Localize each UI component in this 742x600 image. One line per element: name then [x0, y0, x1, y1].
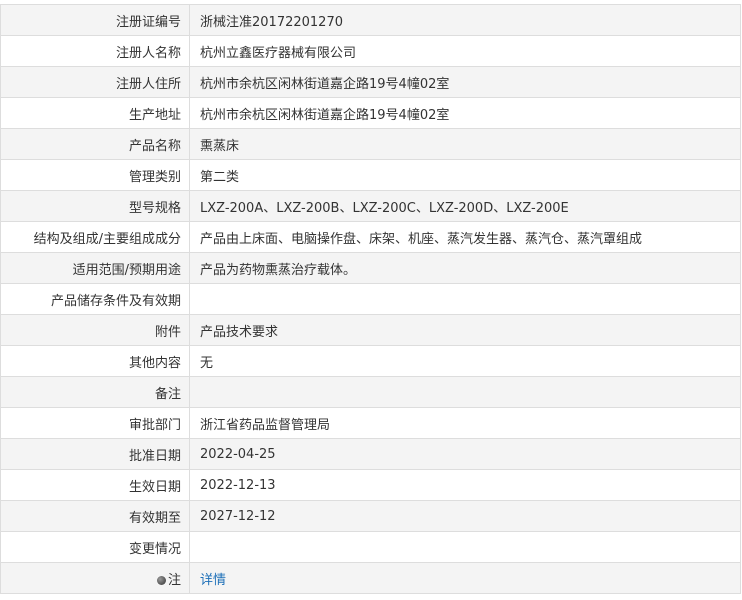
- row-registrant-name: 注册人名称 杭州立鑫医疗器械有限公司: [0, 35, 741, 67]
- value-effective-date: 2022-12-13: [189, 469, 741, 501]
- row-intended-use: 适用范围/预期用途 产品为药物熏蒸治疗载体。: [0, 252, 741, 284]
- value-management-category: 第二类: [189, 159, 741, 191]
- value-attachment: 产品技术要求: [189, 314, 741, 346]
- label-management-category: 管理类别: [0, 159, 190, 191]
- row-registrant-address: 注册人住所 杭州市余杭区闲林街道嘉企路19号4幢02室: [0, 66, 741, 98]
- value-registration-number: 浙械注准20172201270: [189, 4, 741, 36]
- label-intended-use: 适用范围/预期用途: [0, 252, 190, 284]
- label-registrant-address: 注册人住所: [0, 66, 190, 98]
- label-expiry-date: 有效期至: [0, 500, 190, 532]
- row-registration-number: 注册证编号 浙械注准20172201270: [0, 4, 741, 36]
- value-product-name: 熏蒸床: [189, 128, 741, 160]
- row-product-name: 产品名称 熏蒸床: [0, 128, 741, 160]
- label-storage-validity: 产品储存条件及有效期: [0, 283, 190, 315]
- row-effective-date: 生效日期 2022-12-13: [0, 469, 741, 501]
- label-model-spec: 型号规格: [0, 190, 190, 222]
- label-structure-composition: 结构及组成/主要组成成分: [0, 221, 190, 253]
- value-approval-date: 2022-04-25: [189, 438, 741, 470]
- row-attachment: 附件 产品技术要求: [0, 314, 741, 346]
- value-structure-composition: 产品由上床面、电脑操作盘、床架、机座、蒸汽发生器、蒸汽仓、蒸汽罩组成: [189, 221, 741, 253]
- row-expiry-date: 有效期至 2027-12-12: [0, 500, 741, 532]
- label-remarks: 备注: [0, 376, 190, 408]
- value-note: 详情: [189, 562, 741, 594]
- note-label: 注: [167, 572, 181, 588]
- row-storage-validity: 产品储存条件及有效期: [0, 283, 741, 315]
- value-model-spec: LXZ-200A、LXZ-200B、LXZ-200C、LXZ-200D、LXZ-…: [189, 190, 741, 222]
- row-change-history: 变更情况: [0, 531, 741, 563]
- registration-info-table: 注册证编号 浙械注准20172201270 注册人名称 杭州立鑫医疗器械有限公司…: [0, 4, 741, 594]
- row-approval-department: 审批部门 浙江省药品监督管理局: [0, 407, 741, 439]
- label-effective-date: 生效日期: [0, 469, 190, 501]
- row-other-content: 其他内容 无: [0, 345, 741, 377]
- value-change-history: [189, 531, 741, 563]
- value-remarks: [189, 376, 741, 408]
- value-registrant-address: 杭州市余杭区闲林街道嘉企路19号4幢02室: [189, 66, 741, 98]
- value-approval-department: 浙江省药品监督管理局: [189, 407, 741, 439]
- value-storage-validity: [189, 283, 741, 315]
- row-structure-composition: 结构及组成/主要组成成分 产品由上床面、电脑操作盘、床架、机座、蒸汽发生器、蒸汽…: [0, 221, 741, 253]
- row-remarks: 备注: [0, 376, 741, 408]
- value-other-content: 无: [189, 345, 741, 377]
- label-product-name: 产品名称: [0, 128, 190, 160]
- row-note: 注 详情: [0, 562, 741, 594]
- label-attachment: 附件: [0, 314, 190, 346]
- details-link[interactable]: 详情: [200, 573, 226, 588]
- note-icon: [156, 575, 166, 585]
- label-approval-department: 审批部门: [0, 407, 190, 439]
- label-note: 注: [0, 562, 190, 594]
- label-registration-number: 注册证编号: [0, 4, 190, 36]
- label-other-content: 其他内容: [0, 345, 190, 377]
- label-change-history: 变更情况: [0, 531, 190, 563]
- row-model-spec: 型号规格 LXZ-200A、LXZ-200B、LXZ-200C、LXZ-200D…: [0, 190, 741, 222]
- value-intended-use: 产品为药物熏蒸治疗载体。: [189, 252, 741, 284]
- value-production-address: 杭州市余杭区闲林街道嘉企路19号4幢02室: [189, 97, 741, 129]
- row-management-category: 管理类别 第二类: [0, 159, 741, 191]
- label-registrant-name: 注册人名称: [0, 35, 190, 67]
- row-production-address: 生产地址 杭州市余杭区闲林街道嘉企路19号4幢02室: [0, 97, 741, 129]
- row-approval-date: 批准日期 2022-04-25: [0, 438, 741, 470]
- label-approval-date: 批准日期: [0, 438, 190, 470]
- label-production-address: 生产地址: [0, 97, 190, 129]
- value-expiry-date: 2027-12-12: [189, 500, 741, 532]
- value-registrant-name: 杭州立鑫医疗器械有限公司: [189, 35, 741, 67]
